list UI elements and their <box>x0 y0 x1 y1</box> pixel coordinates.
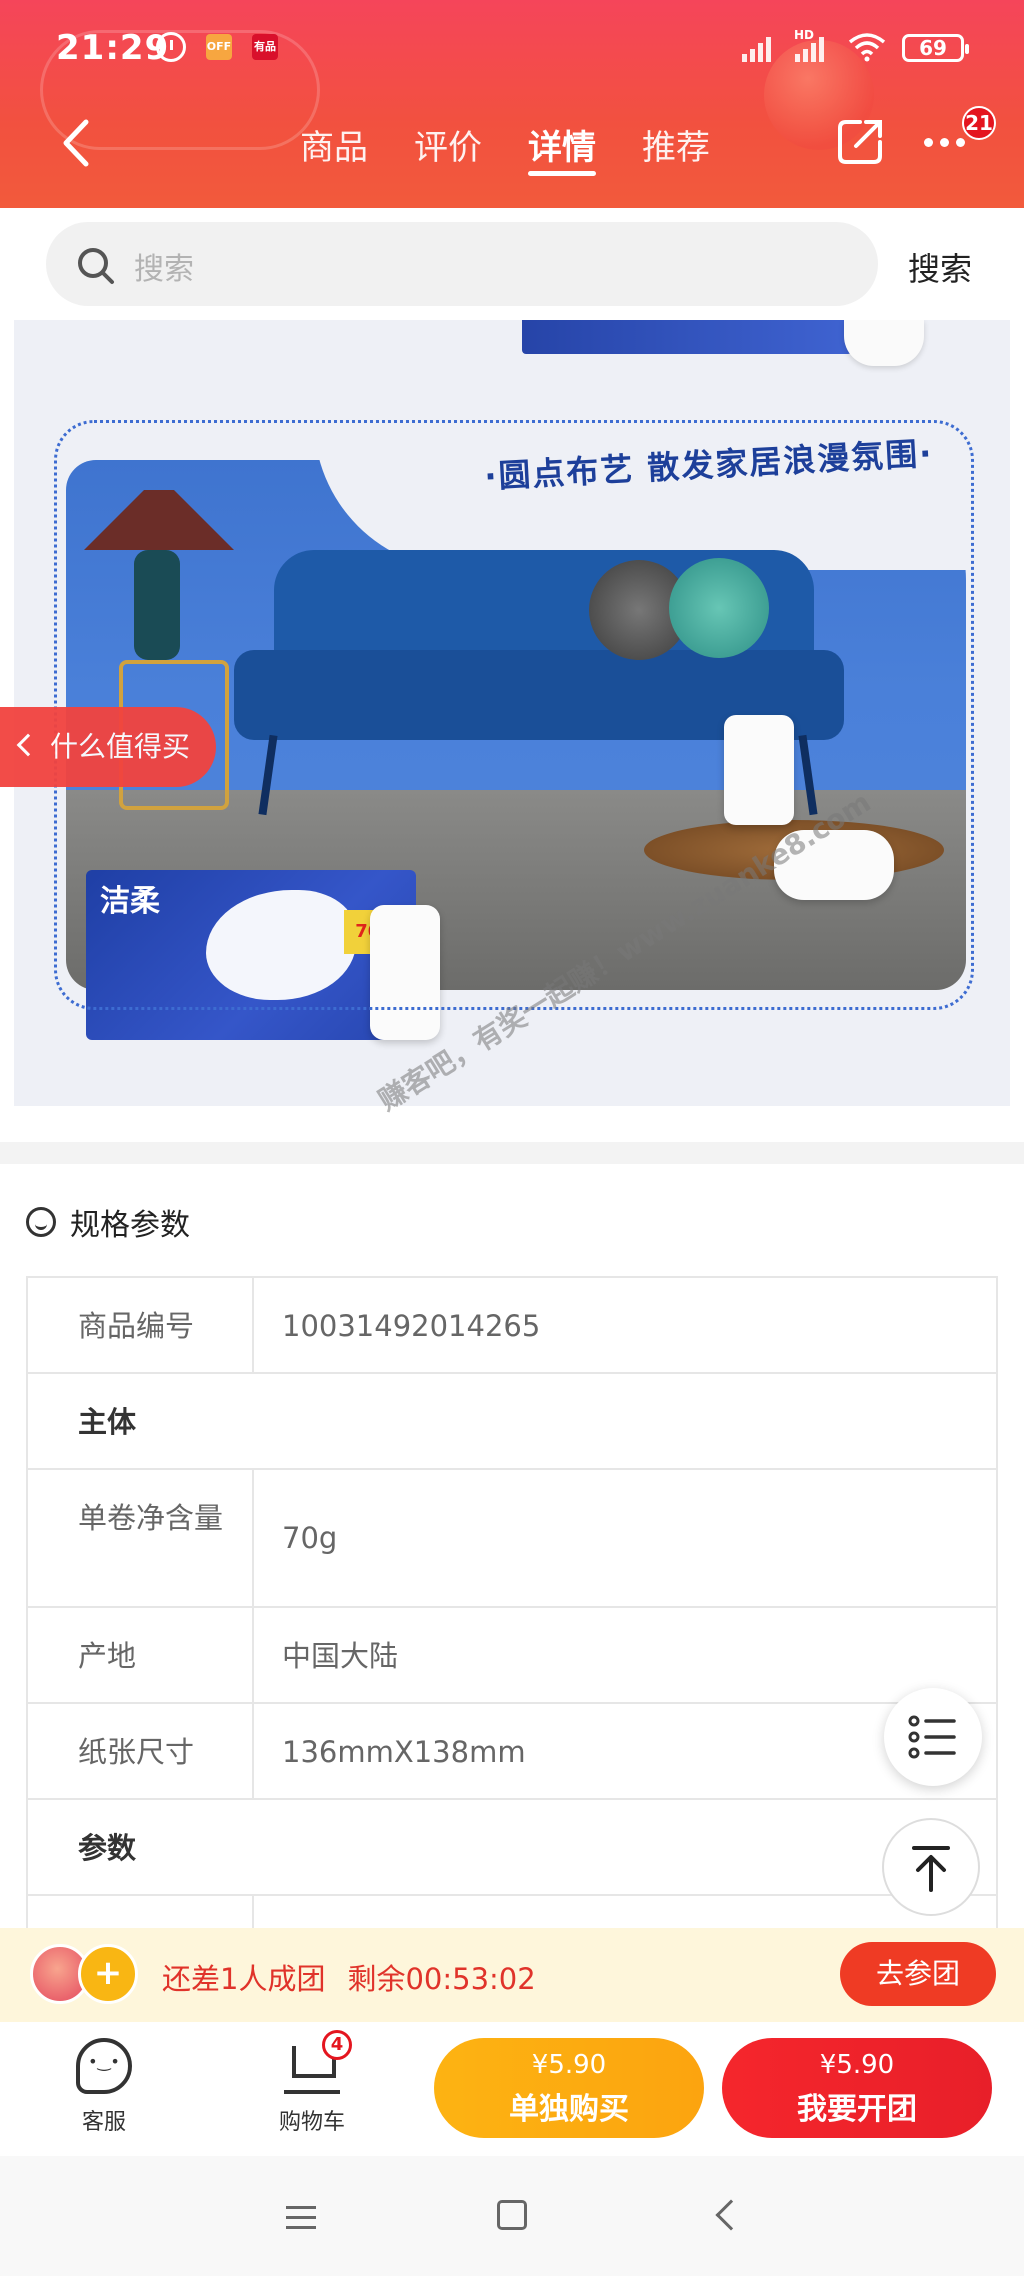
status-time: 21:29 <box>56 28 170 68</box>
spec-value: 10031492014265 <box>282 1309 541 1343</box>
status-bar: 21:29 OFF 有品 HD 69 <box>0 0 1024 100</box>
app-header: 21:29 OFF 有品 HD 69 商品 评价 详情 推荐 21 <box>0 0 1024 208</box>
home-icon[interactable] <box>497 2200 527 2230</box>
system-back-icon[interactable] <box>715 2199 747 2231</box>
arrow-up-icon <box>912 1846 950 1892</box>
customer-service-label: 客服 <box>81 2110 126 2135</box>
section-divider <box>0 1142 1024 1164</box>
group-buy-message: 还差1人成团 <box>162 1962 326 1996</box>
message-count-badge: 21 <box>962 106 996 140</box>
search-input[interactable]: 搜索 <box>46 222 878 306</box>
tab-details[interactable]: 详情 <box>528 120 596 176</box>
battery-icon: 69 <box>902 34 969 62</box>
back-icon[interactable] <box>56 118 96 168</box>
group-buy-banner: 还差1人成团剩余00:53:02 去参团 <box>0 1928 1024 2022</box>
wifi-icon <box>848 33 886 62</box>
menu-icon[interactable] <box>286 2206 316 2236</box>
spec-key: 商品编号 <box>28 1278 254 1372</box>
search-button[interactable]: 搜索 <box>908 244 972 290</box>
spec-key: 单卷净含量 <box>28 1470 254 1606</box>
customer-service-icon <box>76 2038 132 2094</box>
single-price: ¥5.90 <box>531 2050 607 2080</box>
notification-app-icon: 有品 <box>252 34 278 60</box>
share-icon[interactable] <box>836 116 884 166</box>
table-row: 商品编号 10031492014265 <box>28 1278 996 1374</box>
join-group-button[interactable]: 去参团 <box>840 1942 996 2006</box>
invite-avatar-icon <box>78 1944 138 2004</box>
buy-alone-label: 单独购买 <box>509 2092 629 2127</box>
signal-icon <box>795 36 824 62</box>
table-row: 产地 中国大陆 <box>28 1608 996 1704</box>
back-to-top-button[interactable] <box>882 1818 980 1916</box>
group-buy-status: 还差1人成团 剩余00:53:02 <box>162 1956 536 1998</box>
spec-value: 70g <box>282 1521 338 1555</box>
system-nav-bar <box>0 2156 1024 2276</box>
start-group-label: 我要开团 <box>797 2092 917 2127</box>
start-group-button[interactable]: ¥5.90 我要开团 <box>722 2038 992 2138</box>
table-group-row: 参数 <box>28 1800 996 1896</box>
smile-icon <box>26 1207 56 1237</box>
spec-table: 商品编号 10031492014265 主体 单卷净含量 70g 产地 中国大陆… <box>26 1276 998 1992</box>
top-nav: 商品 评价 详情 推荐 21 <box>0 106 1024 178</box>
float-button-label: 什么值得买 <box>50 730 191 763</box>
signal-icon <box>742 36 771 62</box>
tab-reviews[interactable]: 评价 <box>414 120 482 176</box>
more-icon[interactable] <box>924 138 965 147</box>
spec-title-label: 规格参数 <box>70 1208 190 1243</box>
group-price: ¥5.90 <box>819 2050 895 2080</box>
nav-tabs: 商品 评价 详情 推荐 <box>300 120 710 176</box>
group-buy-countdown: 剩余00:53:02 <box>347 1962 536 1996</box>
spec-section-title: 规格参数 <box>26 1200 190 1244</box>
cart-button[interactable]: 4 购物车 <box>252 2030 372 2136</box>
tab-recommend[interactable]: 推荐 <box>642 120 710 176</box>
table-row: 纸张尺寸 136mmX138mm <box>28 1704 996 1800</box>
spec-key: 产地 <box>28 1608 254 1702</box>
table-group-row: 主体 <box>28 1374 996 1470</box>
spec-group-label: 参数 <box>78 1831 137 1865</box>
spec-key: 纸张尺寸 <box>28 1704 254 1798</box>
tab-product[interactable]: 商品 <box>300 120 368 176</box>
cart-label: 购物车 <box>278 2110 345 2135</box>
search-icon <box>78 248 114 284</box>
spec-group-label: 主体 <box>78 1405 137 1439</box>
list-icon <box>908 1715 956 1759</box>
chevron-left-icon <box>16 733 40 757</box>
table-row: 单卷净含量 70g <box>28 1470 996 1608</box>
tissue-roll-image <box>844 320 924 366</box>
cart-count-badge: 4 <box>322 2030 352 2060</box>
alarm-icon <box>156 32 186 62</box>
search-placeholder: 搜索 <box>134 252 194 287</box>
smzdm-float-button[interactable]: 什么值得买 <box>0 707 216 787</box>
customer-service-button[interactable]: 客服 <box>44 2038 164 2136</box>
directory-button[interactable] <box>884 1688 982 1786</box>
tissue-pack-image <box>522 320 852 354</box>
search-bar: 搜索 搜索 <box>0 208 1024 320</box>
buy-alone-button[interactable]: ¥5.90 单独购买 <box>434 2038 704 2138</box>
notification-app-icon: OFF <box>206 34 232 60</box>
bottom-action-bar: 客服 4 购物车 ¥5.90 单独购买 ¥5.90 我要开团 <box>0 2022 1024 2156</box>
